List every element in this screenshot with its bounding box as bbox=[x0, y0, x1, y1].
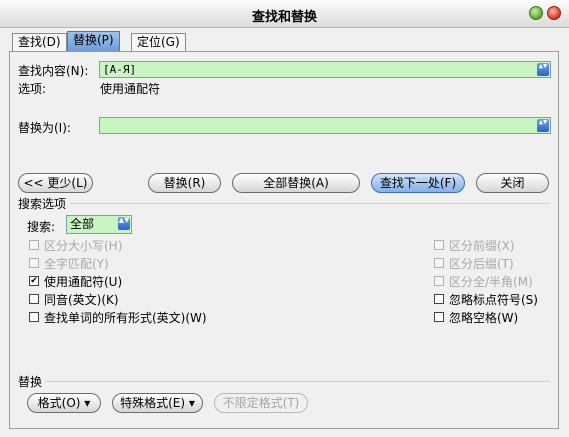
replace-section-divider bbox=[45, 381, 550, 382]
wildcards-checkbox[interactable]: ✔ bbox=[29, 276, 39, 286]
less-button[interactable]: << 更少(L) bbox=[18, 173, 93, 193]
match-suffix-checkbox[interactable] bbox=[434, 258, 444, 268]
find-value: [А-Я] bbox=[103, 63, 137, 76]
sounds-like-checkbox[interactable] bbox=[29, 294, 39, 304]
tab-replace[interactable]: 替换(P) bbox=[67, 31, 120, 52]
match-prefix-label: 区分前缀(X) bbox=[449, 239, 515, 253]
ignore-space-label: 忽略空格(W) bbox=[449, 311, 519, 325]
no-formatting-button[interactable]: 不限定格式(T) bbox=[214, 393, 308, 413]
format-button[interactable]: 格式(O) ▾ bbox=[27, 393, 101, 413]
word-forms-label: 查找单词的所有形式(英文)(W) bbox=[44, 311, 207, 325]
window-title: 查找和替换 bbox=[251, 10, 317, 25]
find-label: 查找内容(N): bbox=[18, 64, 89, 78]
wildcards-label: 使用通配符(U) bbox=[44, 275, 123, 289]
whole-word-label: 全字匹配(Y) bbox=[44, 257, 109, 271]
options-label: 选项: bbox=[18, 82, 47, 96]
search-label: 搜索: bbox=[27, 220, 56, 234]
close-window-button[interactable] bbox=[547, 6, 561, 20]
replace-button[interactable]: 替换(R) bbox=[148, 173, 221, 193]
ignore-space-checkbox[interactable] bbox=[434, 312, 444, 322]
search-options-divider bbox=[70, 203, 550, 204]
title-bar: 查找和替换 bbox=[0, 0, 569, 28]
special-format-button[interactable]: 特殊格式(E) ▾ bbox=[112, 393, 203, 413]
replace-section-title: 替换 bbox=[18, 375, 43, 389]
match-prefix-checkbox[interactable] bbox=[434, 240, 444, 250]
search-direction-value: 全部 bbox=[70, 217, 95, 231]
match-width-label: 区分全/半角(M) bbox=[449, 275, 533, 289]
find-next-button[interactable]: 查找下一处(F) bbox=[371, 173, 465, 193]
checkmark-icon: ✔ bbox=[30, 276, 38, 286]
tab-goto[interactable]: 定位(G) bbox=[131, 33, 186, 51]
replace-label: 替换为(I): bbox=[18, 121, 71, 135]
maximize-button[interactable] bbox=[529, 6, 543, 20]
replace-all-button[interactable]: 全部替换(A) bbox=[232, 173, 360, 193]
search-direction-arrow-icon[interactable]: ▲▼ bbox=[118, 217, 130, 230]
match-width-checkbox[interactable] bbox=[434, 276, 444, 286]
ignore-punctuation-checkbox[interactable] bbox=[434, 294, 444, 304]
match-suffix-label: 区分后缀(T) bbox=[449, 257, 514, 271]
search-direction-select[interactable]: 全部 ▲▼ bbox=[66, 215, 132, 234]
find-dropdown-arrow-icon[interactable]: ▲▼ bbox=[537, 63, 549, 76]
replace-dropdown-arrow-icon[interactable]: ▲▼ bbox=[537, 119, 549, 132]
search-options-title: 搜索选项 bbox=[18, 197, 67, 211]
options-value: 使用通配符 bbox=[100, 82, 161, 96]
word-forms-checkbox[interactable] bbox=[29, 312, 39, 322]
tab-find[interactable]: 查找(D) bbox=[12, 33, 67, 51]
match-case-checkbox[interactable] bbox=[29, 240, 39, 250]
sounds-like-label: 同音(英文)(K) bbox=[44, 293, 119, 307]
whole-word-checkbox[interactable] bbox=[29, 258, 39, 268]
match-case-label: 区分大小写(H) bbox=[44, 239, 123, 253]
ignore-punctuation-label: 忽略标点符号(S) bbox=[449, 293, 538, 307]
close-button[interactable]: 关闭 bbox=[476, 173, 549, 193]
find-input[interactable]: [А-Я] ▲▼ bbox=[99, 61, 551, 78]
replace-input[interactable]: ▲▼ bbox=[99, 117, 551, 134]
